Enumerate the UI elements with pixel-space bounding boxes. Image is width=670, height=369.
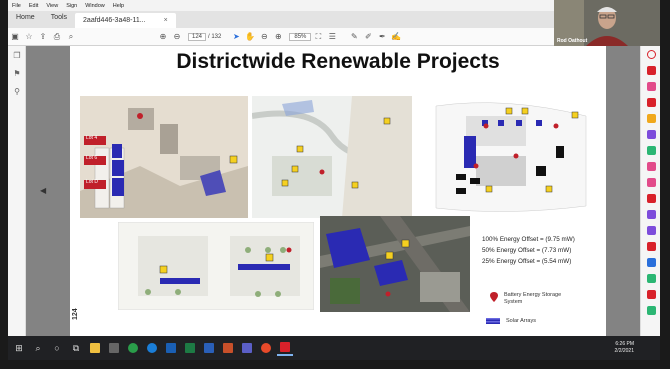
highlight-icon[interactable]: ✐ [361,30,375,44]
page-total: / 132 [208,33,222,40]
windows-taskbar: ⊞ ⌕ ○ ⧉ 6:26 PM 2/2/2021 [8,336,660,360]
export-pdf-icon[interactable] [641,62,660,78]
lot-d-label: Lot D [86,179,98,185]
redact-icon[interactable] [641,158,660,174]
comment-icon[interactable]: ✎ [347,30,361,44]
search-icon[interactable]: ⌕ [64,30,78,44]
map-pin-icon [490,292,498,302]
start-button-icon[interactable]: ⊞ [11,340,27,356]
right-tools-rail [640,46,660,336]
outlook-icon[interactable] [163,340,179,356]
compress-icon[interactable] [641,190,660,206]
tab-document[interactable]: 2aafd446-3a48-11... × [75,13,176,28]
solar-legend-label: Solar Arrays [506,318,536,324]
pen-icon[interactable]: ✒ [375,30,389,44]
page-number: 124 [72,308,79,320]
webcam-video-tile: Rod Oathout [554,0,660,46]
select-cursor-icon[interactable]: ➤ [229,30,243,44]
save-icon[interactable]: ▣ [8,30,22,44]
energy-offset-100: 100% Energy Offset = (9.75 mW) [482,236,575,243]
cortana-icon[interactable]: ○ [49,340,65,356]
slide-title: Districtwide Renewable Projects [176,50,500,73]
battery-legend-label: Battery Energy Storage System [504,292,562,305]
page-thumbnails-icon[interactable]: ❐ [8,46,26,64]
share-icon[interactable] [641,238,660,254]
presenter-name: Rod Oathout [557,38,588,44]
tab-home[interactable]: Home [8,11,43,28]
prev-page-arrow-icon[interactable]: ◀ [40,186,46,195]
store-icon[interactable] [106,340,122,356]
menu-window[interactable]: Window [81,3,109,9]
combine-files-icon[interactable] [641,126,660,142]
satellite-aerial-map-5 [320,216,470,312]
edge-icon[interactable] [144,340,160,356]
task-view-icon[interactable]: ⧉ [68,340,84,356]
protect-icon[interactable] [641,174,660,190]
fit-page-icon[interactable]: ⛶ [311,30,325,44]
page-number-input[interactable]: 124 [188,32,207,41]
send-for-signature-icon[interactable] [641,222,660,238]
taskbar-search-icon[interactable]: ⌕ [30,340,46,356]
word-icon[interactable] [201,340,217,356]
solar-array-swatch-icon [486,318,500,324]
lot-4-label: Lot 4 [86,135,98,141]
bookmarks-icon[interactable]: ⚑ [8,64,26,82]
document-tab-label: 2aafd446-3a48-11... [83,17,146,24]
teams-icon[interactable] [239,340,255,356]
site-plan-map-4 [118,222,314,310]
energy-offset-list: 100% Energy Offset = (9.75 mW) 50% Energ… [482,236,602,269]
menu-edit[interactable]: Edit [25,3,42,9]
search-tool-icon[interactable] [641,46,660,62]
page-up-icon[interactable]: ⊕ [156,30,170,44]
zoom-app-icon[interactable] [258,340,274,356]
organize-pages-icon[interactable] [641,142,660,158]
menu-file[interactable]: File [8,3,25,9]
edit-pdf-icon[interactable] [641,78,660,94]
scan-icon[interactable] [641,302,660,318]
energy-offset-25: 25% Energy Offset = (5.54 mW) [482,258,572,265]
acrobat-icon[interactable] [277,340,293,356]
menu-view[interactable]: View [42,3,62,9]
more-tools-icon[interactable] [641,254,660,270]
zoom-in-icon[interactable]: ⊕ [271,30,285,44]
site-plan-map-2 [252,96,412,218]
print-icon[interactable]: ⎙ [50,30,64,44]
campus-aerial-map-1: Lot 4 Lot 6 Lot D [80,96,248,218]
comment-tool-icon[interactable] [641,110,660,126]
zoom-level-select[interactable]: 85% [289,32,312,41]
print-production-icon[interactable] [641,286,660,302]
battery-legend: Battery Energy Storage System [490,292,600,306]
create-pdf-icon[interactable] [641,94,660,110]
menu-help[interactable]: Help [109,3,128,9]
excel-icon[interactable] [182,340,198,356]
energy-offset-50: 50% Energy Offset = (7.73 mW) [482,247,572,254]
zoom-out-icon[interactable]: ⊖ [257,30,271,44]
close-tab-icon[interactable]: × [164,17,168,24]
system-clock[interactable]: 6:26 PM 2/2/2021 [615,341,634,355]
accessibility-icon[interactable] [641,270,660,286]
clock-date: 2/2/2021 [614,348,634,354]
fill-sign-icon[interactable] [641,206,660,222]
page-down-icon[interactable]: ⊖ [170,30,184,44]
hand-tool-icon[interactable]: ✋ [243,30,257,44]
lot-6-label: Lot 6 [86,155,98,161]
screen-capture: File Edit View Sign Window Help Home Too… [8,0,660,360]
upload-icon[interactable]: ⇪ [36,30,50,44]
left-nav-rail: ❐ ⚑ ⚲ [8,46,26,336]
pdf-page: Districtwide Renewable Projects Lot 4 Lo… [70,46,606,336]
clock-time: 6:26 PM [615,341,634,347]
file-explorer-icon[interactable] [87,340,103,356]
sign-icon[interactable]: ✍ [389,30,403,44]
document-viewport[interactable]: Districtwide Renewable Projects Lot 4 Lo… [26,46,640,336]
campus-line-map-3 [416,96,596,218]
tab-tools[interactable]: Tools [43,11,75,28]
chrome-icon[interactable] [125,340,141,356]
page-indicator: 124 / 132 [188,32,222,41]
scroll-mode-icon[interactable]: ☰ [325,30,339,44]
powerpoint-icon[interactable] [220,340,236,356]
solar-legend: Solar Arrays [486,318,536,324]
attachments-icon[interactable]: ⚲ [8,82,26,100]
bookmark-star-icon[interactable]: ☆ [22,30,36,44]
menu-sign[interactable]: Sign [62,3,81,9]
